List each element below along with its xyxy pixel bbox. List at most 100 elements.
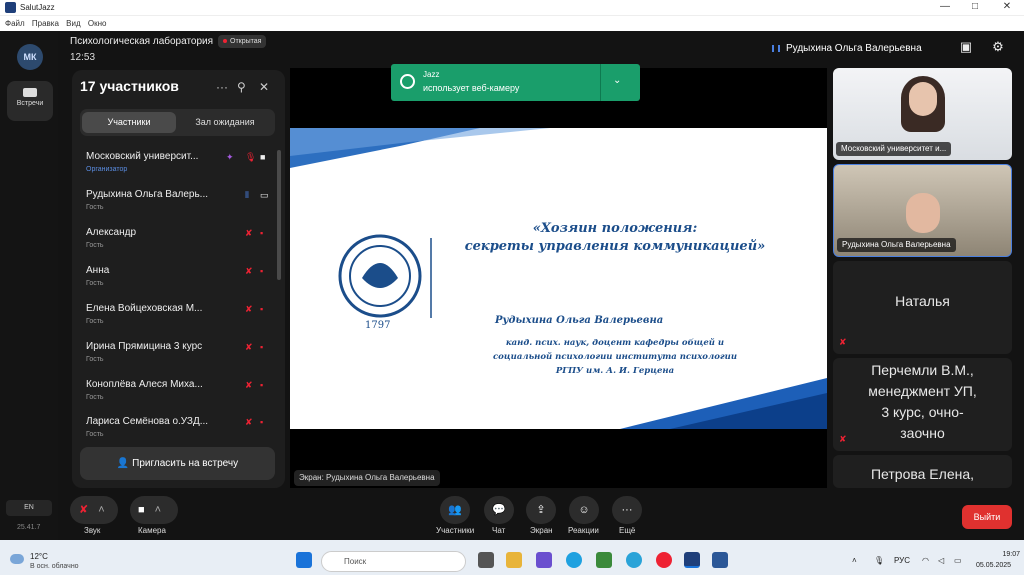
participants-button[interactable]: 👥: [440, 496, 470, 524]
file-explorer-icon[interactable]: [506, 552, 522, 568]
avatar[interactable]: МК: [17, 44, 43, 70]
slide-title: «Хозяин положения: секреты управления ко…: [435, 220, 795, 256]
participant-row[interactable]: Московский университ... Организатор ✦ 🎙 …: [80, 148, 275, 184]
menu-window[interactable]: Окно: [88, 19, 107, 28]
chat-button[interactable]: 💬: [484, 496, 514, 524]
chat-icon: 💬: [492, 504, 506, 516]
video-tile-active-speaker[interactable]: Рудыхина Ольга Валерьевна: [833, 164, 1012, 257]
wifi-icon[interactable]: ◠: [922, 556, 929, 565]
video-tile[interactable]: Перчемли В.М., менеджмент УП, 3 курс, оч…: [833, 358, 1012, 451]
participant-row[interactable]: Елена Войцеховская М... Гость ✘ ▪: [80, 300, 275, 336]
participant-row[interactable]: Александр Гость ✘ ▪: [80, 224, 275, 260]
participant-name: Елена Войцеховская М...: [86, 303, 203, 314]
camera-off-icon[interactable]: ▪: [260, 228, 263, 238]
weather-temperature[interactable]: 12°C: [30, 552, 48, 561]
weather-icon[interactable]: [10, 554, 24, 564]
mic-off-icon[interactable]: ✘: [245, 228, 253, 239]
mic-toggle-button[interactable]: ✘ ˄: [70, 496, 118, 524]
video-tile[interactable]: Наталья ✘: [833, 261, 1012, 354]
mic-off-icon[interactable]: ✘: [245, 342, 253, 353]
maximize-button[interactable]: □: [960, 0, 990, 15]
slide-title-line: «Хозяин положения:: [532, 221, 698, 236]
teams-icon[interactable]: [536, 552, 552, 568]
settings-gear-icon[interactable]: ⚙: [990, 40, 1006, 54]
minimize-button[interactable]: —: [930, 0, 960, 15]
tab-waiting-room[interactable]: Зал ожидания: [178, 112, 272, 133]
yandex-browser-icon[interactable]: [656, 552, 672, 568]
store-icon[interactable]: [596, 552, 612, 568]
participant-name: Коноплёва Алеся Миха...: [86, 379, 203, 390]
chevron-up-icon[interactable]: ˄: [155, 504, 161, 516]
taskbar-search[interactable]: Поиск: [321, 551, 466, 572]
participant-row[interactable]: Анна Гость ✘ ▪: [80, 262, 275, 298]
task-view-icon[interactable]: [478, 552, 494, 568]
menu-file[interactable]: Файл: [5, 19, 25, 28]
language-button[interactable]: EN: [6, 500, 52, 516]
participant-row[interactable]: Лариса Семёнова о.УЗД... Гость ✘ ▪: [80, 413, 275, 437]
edge-icon[interactable]: [566, 552, 582, 568]
screen-share-icon: ⇪: [536, 504, 546, 516]
active-speaker-name: Рудыхина Ольга Валерьевна: [786, 43, 922, 54]
star-icon: ✦: [226, 152, 234, 162]
camera-off-icon[interactable]: ▪: [260, 266, 263, 276]
mic-off-icon[interactable]: ✘: [245, 304, 253, 315]
volume-icon[interactable]: ◁: [938, 556, 944, 565]
search-icon[interactable]: ⚲: [237, 80, 246, 94]
participant-role: Гость: [86, 204, 104, 211]
taskbar-date[interactable]: 05.05.2025: [976, 562, 1011, 569]
camera-toggle-button[interactable]: ■ ˄: [130, 496, 178, 524]
webcam-notification[interactable]: Jazz использует веб-камеру ⌄: [391, 64, 640, 101]
participant-row[interactable]: Рудыхина Ольга Валерь... Гость ⦀ ▭: [80, 186, 275, 222]
webcam-icon: [400, 74, 415, 89]
participant-name: Рудыхина Ольга Валерь...: [86, 189, 209, 200]
tab-participants[interactable]: Участники: [82, 112, 176, 133]
mic-off-icon[interactable]: 🎙: [245, 152, 256, 163]
video-tile[interactable]: Московский университет и...: [833, 68, 1012, 160]
weather-description[interactable]: В осн. облачно: [30, 563, 79, 570]
app-icon-taskbar[interactable]: [626, 552, 642, 568]
mic-off-icon[interactable]: ✘: [245, 266, 253, 277]
participant-row[interactable]: Коноплёва Алеся Миха... Гость ✘ ▪: [80, 376, 275, 412]
camera-on-icon[interactable]: ■: [260, 152, 265, 162]
status-badge-label: Открытая: [230, 38, 262, 45]
more-icon[interactable]: ···: [216, 80, 228, 94]
camera-off-icon[interactable]: ▪: [260, 304, 263, 314]
microphone-icon[interactable]: 🎙: [874, 556, 884, 565]
taskbar-clock[interactable]: 19:07: [998, 551, 1020, 558]
word-icon[interactable]: [712, 552, 728, 568]
more-button[interactable]: ···: [612, 496, 642, 524]
mic-off-icon[interactable]: ✘: [245, 380, 253, 391]
camera-off-icon[interactable]: ▪: [260, 417, 263, 427]
camera-off-icon[interactable]: ▪: [260, 342, 263, 352]
video-tile[interactable]: Петрова Елена,: [833, 455, 1012, 488]
menu-edit[interactable]: Правка: [32, 19, 59, 28]
close-window-button[interactable]: ✕: [992, 0, 1022, 15]
invite-button[interactable]: 👤 Пригласить на встречу: [80, 447, 275, 480]
meetings-button[interactable]: Встречи: [7, 81, 53, 121]
camera-off-icon[interactable]: ▪: [260, 380, 263, 390]
exit-button[interactable]: Выйти: [962, 505, 1012, 529]
participant-role: Гость: [86, 280, 104, 287]
participants-scrollbar[interactable]: [277, 150, 281, 280]
windows-start-icon[interactable]: [296, 552, 312, 568]
layout-icon[interactable]: ▣: [958, 40, 974, 54]
salutejazz-taskbar-icon[interactable]: [684, 552, 700, 568]
presentation-slide: «Хозяин положения: секреты управления ко…: [290, 128, 827, 429]
mic-on-icon[interactable]: ⦀: [245, 190, 249, 201]
reactions-button[interactable]: ☺: [569, 496, 599, 524]
chevron-up-icon[interactable]: ˄: [98, 504, 104, 516]
mic-off-icon[interactable]: ✘: [245, 417, 253, 428]
screen-share-icon[interactable]: ▭: [260, 190, 269, 201]
chevron-down-icon[interactable]: ⌄: [613, 75, 621, 86]
divider: [600, 64, 601, 101]
close-icon[interactable]: ✕: [259, 80, 269, 94]
participant-row[interactable]: Ирина Прямицина 3 курс Гость ✘ ▪: [80, 338, 275, 374]
battery-icon[interactable]: ▭: [954, 556, 962, 565]
tile-name-line: заочно: [900, 425, 945, 441]
chevron-up-icon[interactable]: ˄: [852, 556, 857, 565]
screen-share-button[interactable]: ⇪: [526, 496, 556, 524]
participant-face: [909, 82, 937, 116]
input-language[interactable]: РУС: [894, 556, 910, 565]
participant-role: Гость: [86, 431, 104, 437]
menu-view[interactable]: Вид: [66, 19, 80, 28]
